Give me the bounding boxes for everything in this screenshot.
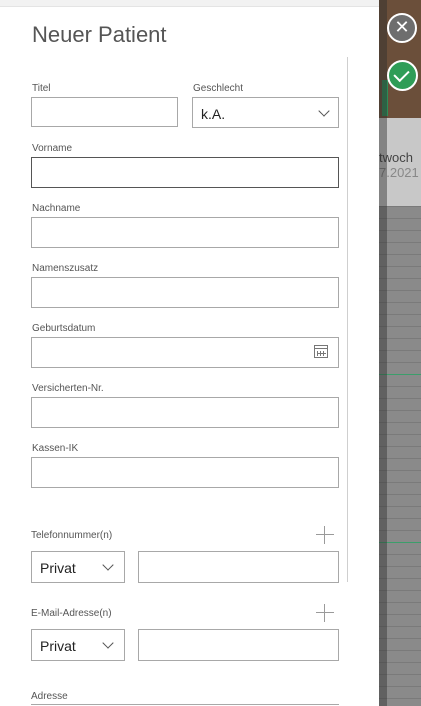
namenszusatz-label: Namenszusatz	[32, 263, 99, 274]
telefon-type-select[interactable]: Privat	[31, 551, 125, 583]
add-phone-button[interactable]	[316, 526, 334, 544]
nachname-label: Nachname	[32, 203, 81, 214]
geburtsdatum-label: Geburtsdatum	[32, 323, 96, 334]
telefon-type-value: Privat	[40, 560, 76, 576]
titel-label: Titel	[32, 83, 51, 94]
vorname-input[interactable]	[31, 157, 339, 188]
close-button[interactable]: ✕	[387, 13, 417, 43]
geschlecht-select[interactable]: k.A.	[192, 97, 339, 128]
kassenik-label: Kassen-IK	[32, 443, 79, 454]
nachname-input[interactable]	[31, 217, 339, 248]
telefon-input[interactable]	[138, 551, 339, 583]
vorname-label: Vorname	[32, 143, 73, 154]
page-title: Neuer Patient	[32, 22, 167, 47]
chevron-down-icon	[102, 559, 114, 571]
versichertennr-label: Versicherten-Nr.	[32, 383, 104, 394]
versichertennr-input[interactable]	[31, 397, 339, 428]
new-patient-panel: Neuer Patient Titel Geschlecht k.A. Vorn…	[0, 0, 379, 706]
close-icon: ✕	[394, 17, 410, 37]
email-input[interactable]	[138, 629, 339, 661]
panel-top-border	[0, 0, 379, 7]
geburtsdatum-input[interactable]	[31, 337, 339, 368]
panel-shadow	[379, 0, 387, 706]
add-email-button[interactable]	[316, 604, 334, 622]
telefon-label: Telefonnummer(n)	[31, 530, 113, 541]
kassenik-input[interactable]	[31, 457, 339, 488]
chevron-down-icon	[318, 105, 330, 117]
scrollbar[interactable]	[347, 57, 348, 582]
geschlecht-value: k.A.	[201, 106, 226, 122]
titel-input[interactable]	[31, 97, 178, 127]
email-label: E-Mail-Adresse(n)	[31, 608, 112, 619]
email-type-value: Privat	[40, 638, 76, 654]
chevron-down-icon	[102, 637, 114, 649]
namenszusatz-input[interactable]	[31, 277, 339, 308]
email-type-select[interactable]: Privat	[31, 629, 125, 661]
geschlecht-label: Geschlecht	[193, 83, 244, 94]
adresse-label: Adresse	[31, 691, 68, 702]
calendar-icon[interactable]	[314, 345, 328, 358]
adresse-input-top[interactable]	[31, 704, 339, 705]
confirm-button[interactable]	[387, 60, 418, 91]
